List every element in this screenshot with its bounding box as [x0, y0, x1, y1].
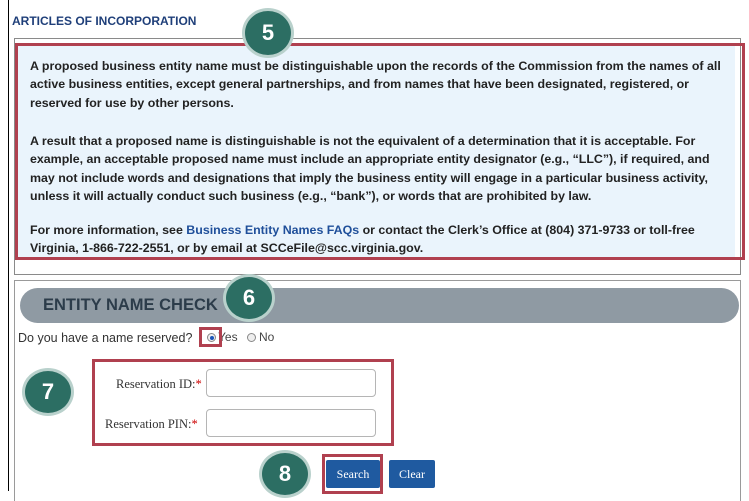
name-reserved-question: Do you have a name reserved?: [18, 331, 193, 345]
highlight-box-fields: [92, 359, 394, 446]
section-title: ARTICLES OF INCORPORATION: [12, 14, 197, 28]
highlight-box-radio: [199, 327, 222, 347]
no-radio[interactable]: [247, 333, 256, 342]
highlight-box-info: [15, 43, 745, 260]
callout-badge-5: 5: [242, 8, 294, 58]
clear-button[interactable]: Clear: [389, 460, 435, 488]
callout-badge-6: 6: [223, 274, 275, 322]
entity-name-check-title: ENTITY NAME CHECK: [43, 296, 218, 314]
no-radio-label[interactable]: No: [259, 330, 274, 344]
left-frame-border: [8, 0, 9, 491]
callout-badge-7: 7: [22, 368, 74, 416]
highlight-box-search: [322, 454, 383, 494]
